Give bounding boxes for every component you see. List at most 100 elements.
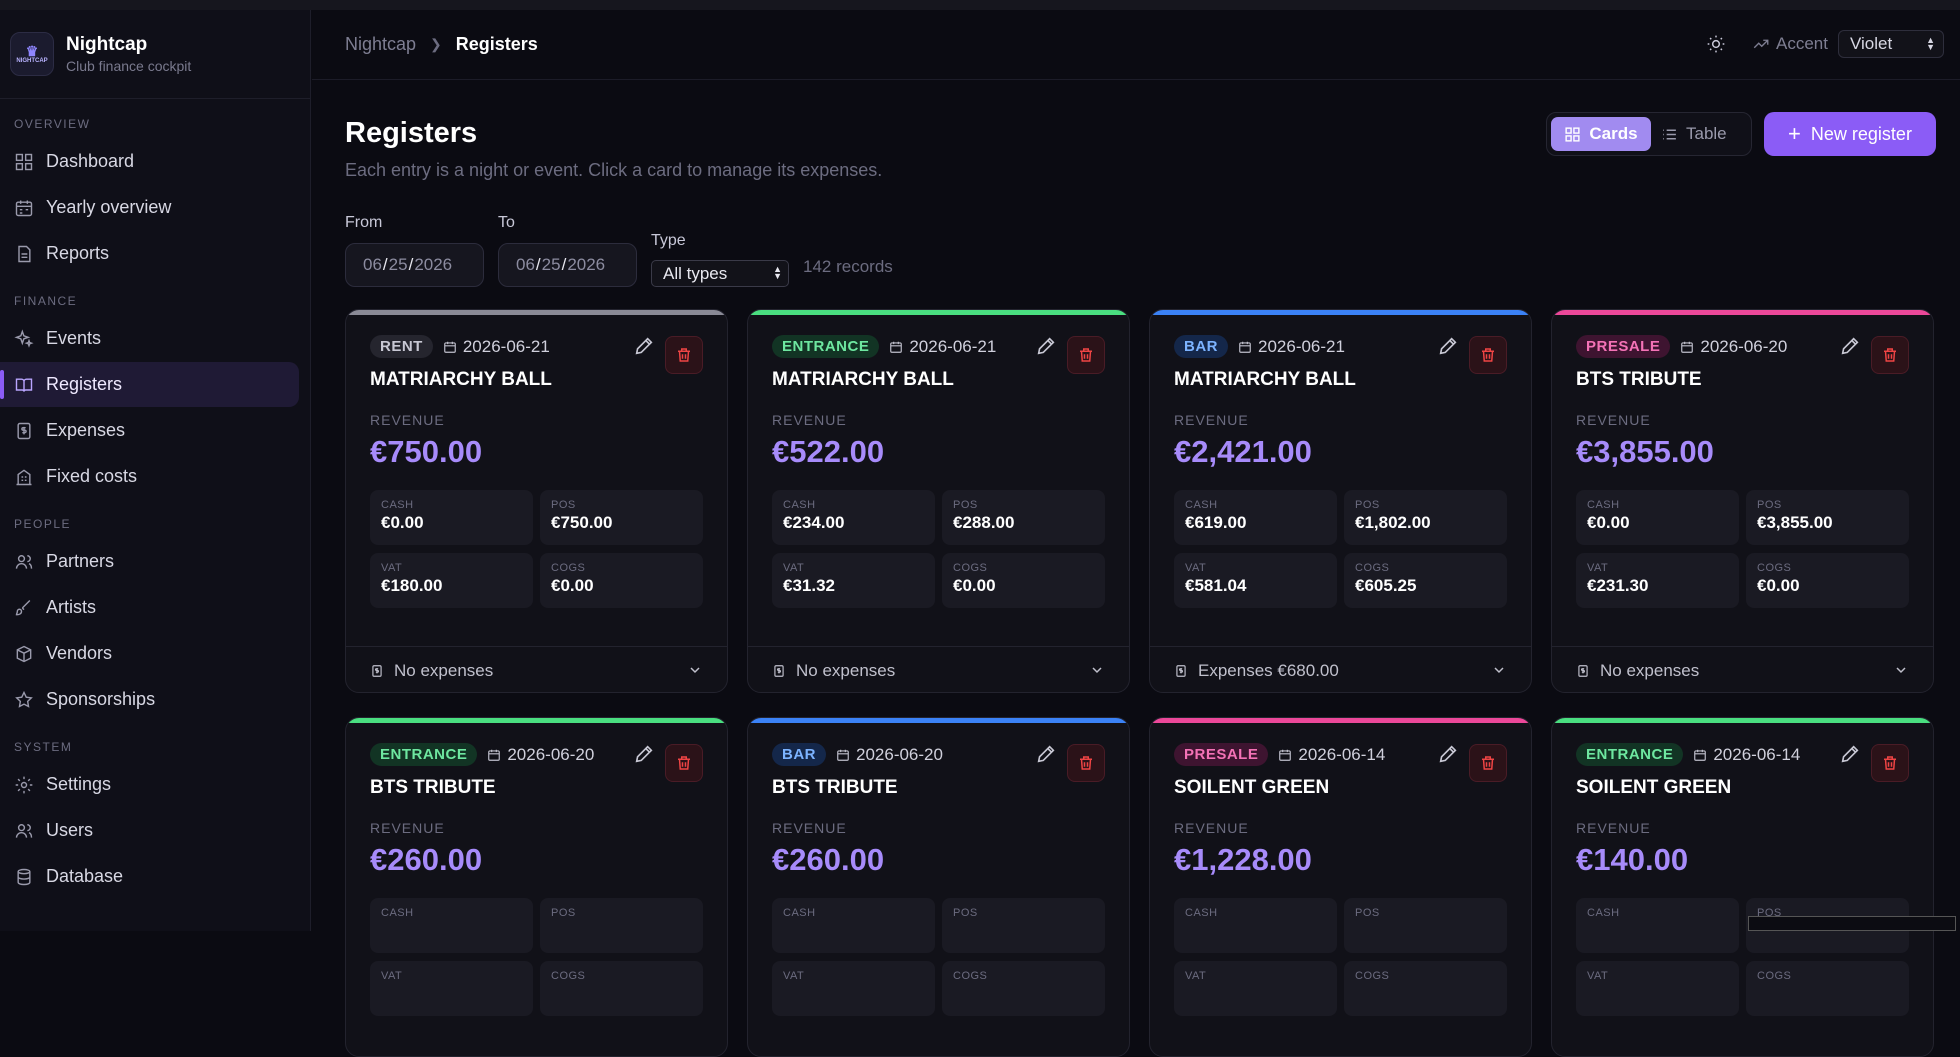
sidebar-item-events[interactable]: Events	[0, 316, 299, 361]
records-count: 142 records	[803, 257, 893, 276]
cash-label: CASH	[783, 907, 816, 919]
cogs-value: €0.00	[551, 576, 594, 595]
card-date: 2026-06-14	[1693, 745, 1800, 765]
register-card[interactable]: ENTRANCE 2026-06-20 BTS TRIBUTE REVENUE …	[345, 717, 728, 1057]
view-toggle: Cards Table	[1546, 112, 1752, 156]
sidebar-item-users[interactable]: Users	[0, 808, 299, 853]
new-register-button[interactable]: + New register	[1764, 112, 1936, 156]
sun-icon[interactable]	[1706, 34, 1726, 54]
edit-icon[interactable]	[1437, 743, 1459, 765]
sidebar-item-fixed-costs[interactable]: Fixed costs	[0, 454, 299, 499]
expenses-toggle[interactable]: No expenses	[346, 646, 727, 692]
chevron-down-icon	[1494, 667, 1504, 674]
register-card[interactable]: BAR 2026-06-21 MATRIARCHY BALL REVENUE €…	[1149, 309, 1532, 693]
sidebar-item-settings[interactable]: Settings	[0, 762, 299, 807]
card-event-name: MATRIARCHY BALL	[1174, 369, 1356, 390]
chevron-down-icon	[690, 667, 700, 674]
building-icon	[16, 468, 32, 485]
edit-icon[interactable]	[1839, 335, 1861, 357]
delete-button[interactable]	[665, 744, 703, 782]
delete-button[interactable]	[1871, 336, 1909, 374]
grid-icon	[1565, 126, 1580, 142]
sidebar-item-reports[interactable]: Reports	[0, 231, 299, 276]
edit-icon[interactable]	[1035, 743, 1057, 765]
pos-tile: POS	[1344, 898, 1507, 953]
register-card[interactable]: PRESALE 2026-06-20 BTS TRIBUTE REVENUE €…	[1551, 309, 1934, 693]
delete-button[interactable]	[1067, 744, 1105, 782]
sidebar-item-artists[interactable]: Artists	[0, 585, 299, 630]
chevron-down-icon	[1896, 667, 1906, 674]
app-logo: ♛ NIGHTCAP	[10, 32, 54, 76]
cogs-tile: COGS	[540, 961, 703, 1016]
view-table-button[interactable]: Table	[1651, 117, 1737, 151]
register-card[interactable]: PRESALE 2026-06-14 SOILENT GREEN REVENUE…	[1149, 717, 1532, 1057]
type-badge: ENTRANCE	[772, 335, 880, 358]
edit-icon[interactable]	[1839, 743, 1861, 765]
register-card[interactable]: ENTRANCE 2026-06-21 MATRIARCHY BALL REVE…	[747, 309, 1130, 693]
register-card[interactable]: RENT 2026-06-21 MATRIARCHY BALL REVENUE …	[345, 309, 728, 693]
delete-button[interactable]	[1067, 336, 1105, 374]
trash-icon	[1080, 348, 1092, 362]
vat-tile: VAT €180.00	[370, 553, 533, 608]
sidebar-item-label: Fixed costs	[46, 466, 138, 486]
delete-button[interactable]	[1469, 744, 1507, 782]
type-badge: PRESALE	[1174, 743, 1269, 766]
pos-label: POS	[953, 499, 978, 511]
sidebar-item-label: Expenses	[46, 420, 126, 440]
card-event-name: SOILENT GREEN	[1174, 777, 1330, 798]
sidebar-item-partners[interactable]: Partners	[0, 539, 299, 584]
cash-tile: CASH	[370, 898, 533, 953]
register-card[interactable]: BAR 2026-06-20 BTS TRIBUTE REVENUE €260.…	[747, 717, 1130, 1057]
edit-icon[interactable]	[1035, 335, 1057, 357]
sidebar-item-yearly-overview[interactable]: Yearly overview	[0, 185, 299, 230]
expenses-toggle[interactable]: No expenses	[748, 646, 1129, 692]
type-badge: ENTRANCE	[370, 743, 478, 766]
revenue-label: REVENUE	[1576, 412, 1651, 428]
cash-label: CASH	[1185, 499, 1218, 511]
to-date-input[interactable]: 06/25/2026	[498, 243, 637, 287]
delete-button[interactable]	[1871, 744, 1909, 782]
calendar-icon	[837, 749, 849, 761]
edit-icon[interactable]	[633, 335, 655, 357]
sidebar-item-sponsorships[interactable]: Sponsorships	[0, 677, 299, 722]
vat-tile: VAT €31.32	[772, 553, 935, 608]
expenses-toggle[interactable]: No expenses	[1552, 646, 1933, 692]
calendar-icon	[1239, 341, 1251, 353]
cash-tile: CASH €619.00	[1174, 490, 1337, 545]
type-select[interactable]: All types ▲ ▼	[651, 260, 789, 287]
sidebar-item-vendors[interactable]: Vendors	[0, 631, 299, 676]
page-subtitle: Each entry is a night or event. Click a …	[345, 160, 883, 180]
delete-button[interactable]	[1469, 336, 1507, 374]
delete-button[interactable]	[665, 336, 703, 374]
expenses-summary: No expenses	[394, 660, 494, 680]
edit-icon[interactable]	[1437, 335, 1459, 357]
card-type-bar	[1552, 718, 1933, 723]
cogs-label: COGS	[1757, 562, 1792, 574]
card-date: 2026-06-21	[1238, 337, 1345, 357]
pos-tile: POS	[540, 898, 703, 953]
expenses-summary: Expenses €680.00	[1198, 660, 1339, 680]
vat-label: VAT	[783, 562, 805, 574]
sidebar-item-dashboard[interactable]: Dashboard	[0, 139, 299, 184]
plus-icon: +	[1788, 121, 1801, 146]
sidebar-item-expenses[interactable]: Expenses	[0, 408, 299, 453]
breadcrumb-root[interactable]: Nightcap	[345, 34, 416, 55]
brand[interactable]: ♛ NIGHTCAP Nightcap Club finance cockpit	[0, 10, 310, 99]
view-cards-button[interactable]: Cards	[1551, 117, 1651, 151]
accent-label: Accent	[1752, 34, 1828, 54]
section-label-overview: OVERVIEW	[14, 117, 91, 131]
edit-icon[interactable]	[633, 743, 655, 765]
top-header: Nightcap ❯ Registers Accent Violet ▲ ▼	[312, 10, 1960, 80]
sidebar-item-registers[interactable]: Registers	[0, 362, 299, 407]
from-date-input[interactable]: 06/25/2026	[345, 243, 484, 287]
register-card[interactable]: ENTRANCE 2026-06-14 SOILENT GREEN REVENU…	[1551, 717, 1934, 1057]
sidebar-item-database[interactable]: Database	[0, 854, 299, 899]
trash-icon	[1482, 348, 1494, 362]
pos-value: €750.00	[551, 513, 613, 532]
expenses-toggle[interactable]: Expenses €680.00	[1150, 646, 1531, 692]
users-icon	[15, 554, 33, 569]
card-type-bar	[346, 718, 727, 723]
calendar-icon	[890, 341, 903, 353]
receipt-icon	[1578, 664, 1588, 677]
accent-select[interactable]: Violet ▲ ▼	[1838, 30, 1944, 58]
